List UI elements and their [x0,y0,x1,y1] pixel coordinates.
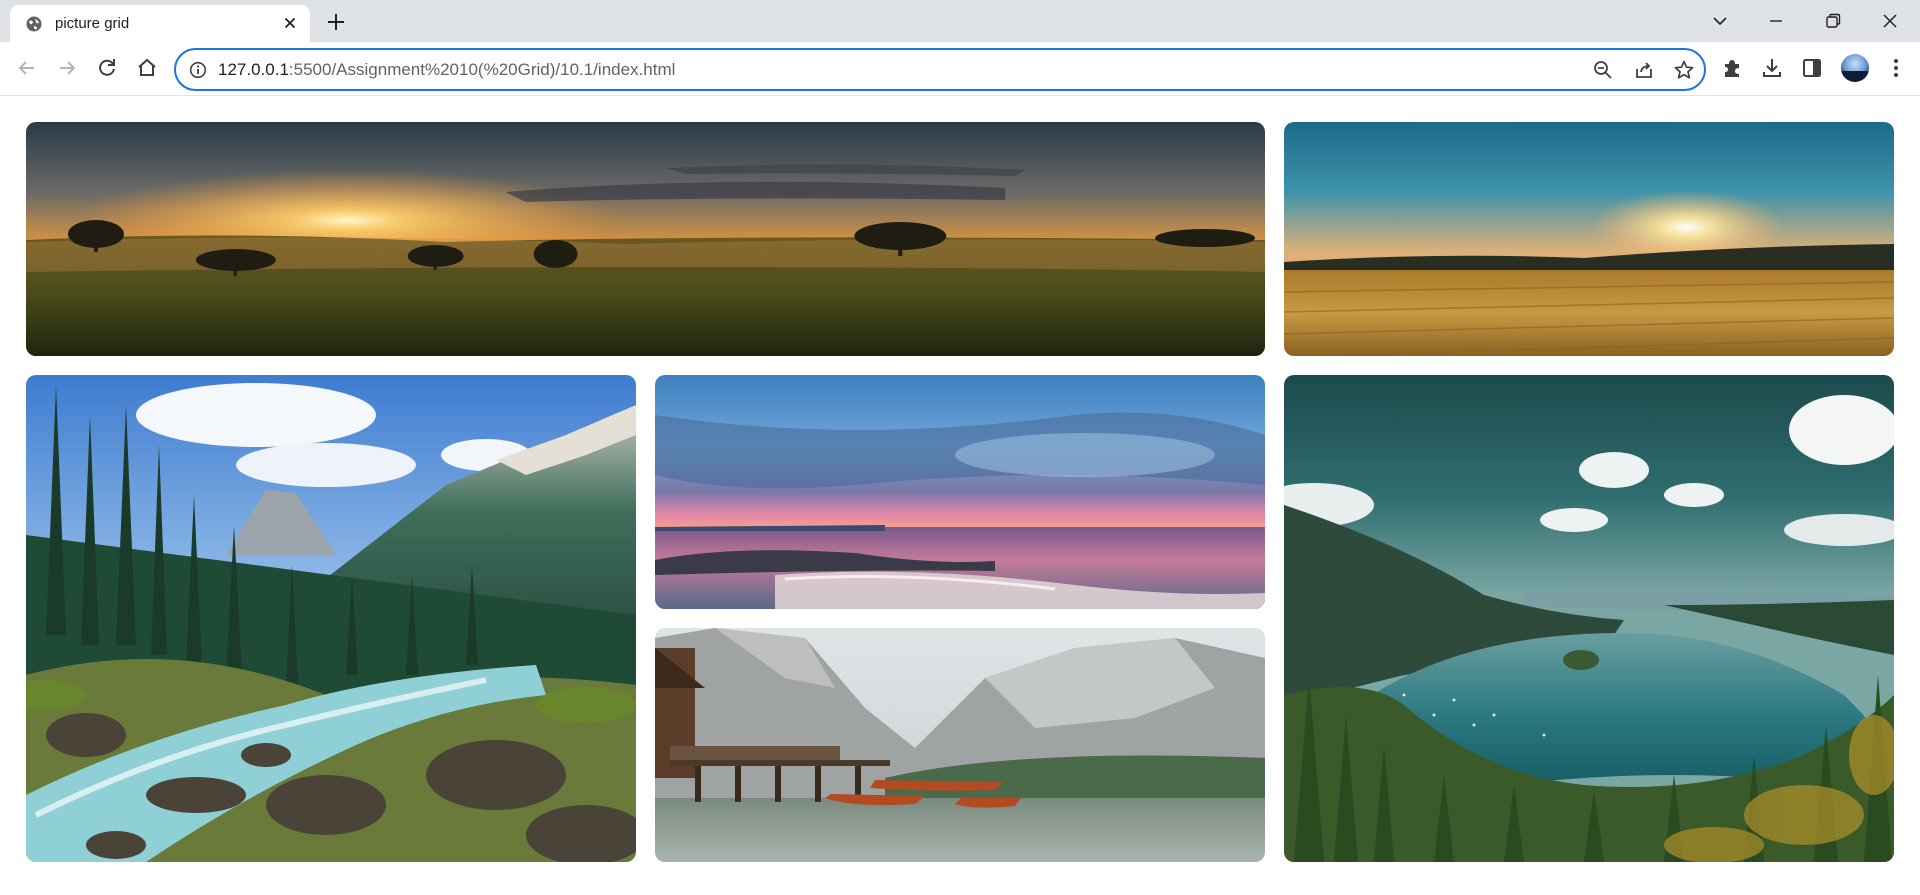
grid-image-sunrise-meadow [26,122,1265,356]
browser-tab[interactable]: picture grid [10,5,310,42]
star-icon[interactable] [1673,59,1695,81]
info-icon[interactable] [189,61,207,79]
avatar[interactable] [1841,54,1869,82]
side-panel-icon[interactable] [1799,55,1825,81]
more-icon[interactable] [1883,55,1909,81]
close-icon[interactable] [280,13,300,33]
arrow-right-icon[interactable] [54,55,80,81]
url-host: 127.0.0.1 [218,60,289,79]
picture-grid [26,122,1894,863]
tab-strip: picture grid [0,0,1920,42]
puzzle-icon[interactable] [1719,55,1745,81]
minimize-icon[interactable] [1761,6,1791,36]
grid-image-mountain-river [26,375,636,862]
grid-image-forest-lake [1284,375,1894,862]
close-icon[interactable] [1875,6,1905,36]
chevron-down-icon[interactable] [1705,6,1735,36]
url-text[interactable]: 127.0.0.1:5500/Assignment%2010(%20Grid)/… [218,60,675,80]
home-icon[interactable] [134,55,160,81]
restore-icon[interactable] [1818,6,1848,36]
share-icon[interactable] [1633,59,1655,81]
arrow-left-icon[interactable] [14,55,40,81]
zoom-out-icon[interactable] [1592,59,1614,81]
plus-icon[interactable] [324,10,348,34]
reload-icon[interactable] [94,55,120,81]
url-path: :5500/Assignment%2010(%20Grid)/10.1/inde… [288,60,676,79]
address-bar[interactable]: 127.0.0.1:5500/Assignment%2010(%20Grid)/… [174,48,1706,91]
browser-toolbar: 127.0.0.1:5500/Assignment%2010(%20Grid)/… [0,42,1920,96]
grid-image-wheat-field [1284,122,1894,356]
tab-title: picture grid [55,15,130,32]
grid-image-beach-sunset [655,375,1265,609]
download-icon[interactable] [1759,55,1785,81]
globe-icon [26,16,42,32]
grid-image-lake-dock [655,628,1265,862]
